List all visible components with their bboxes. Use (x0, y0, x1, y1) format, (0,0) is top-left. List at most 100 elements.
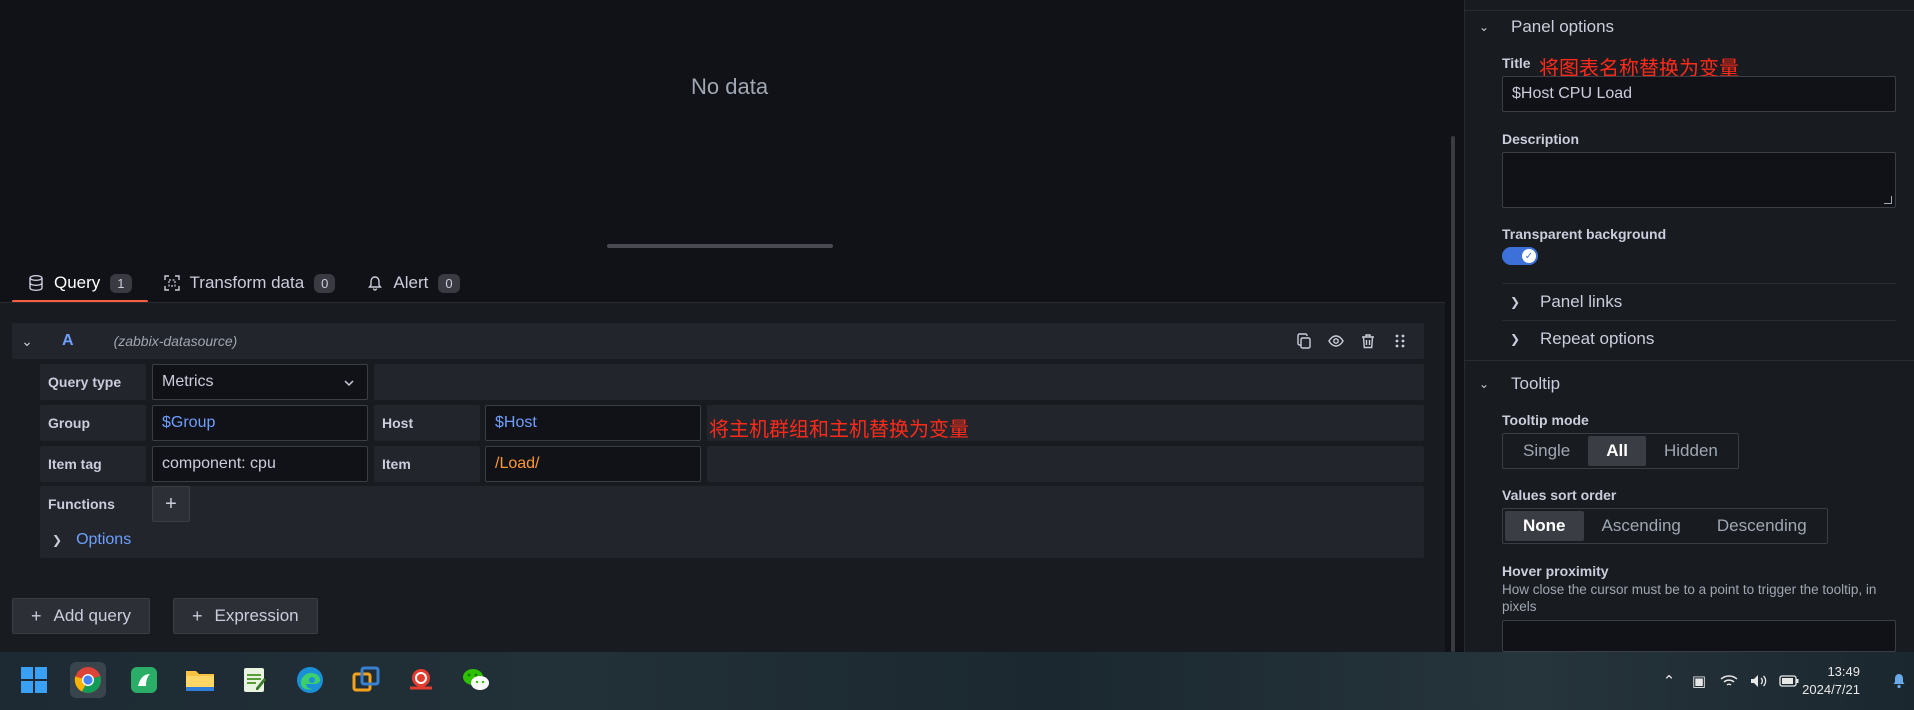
check-icon: ✓ (1522, 249, 1536, 263)
taskbar-clock[interactable]: 13:49 2024/7/21 (1790, 663, 1860, 699)
host-label: Host (374, 405, 480, 441)
chevron-down-icon[interactable]: ⌄ (12, 333, 42, 350)
tab-query[interactable]: Query 1 (12, 265, 148, 303)
tab-transform-count: 0 (314, 273, 336, 293)
chevron-up-icon[interactable]: ⌃ (1654, 652, 1684, 710)
file-explorer-icon[interactable] (182, 662, 218, 698)
eye-icon[interactable] (1328, 333, 1344, 349)
hover-proximity-description: How close the cursor must be to a point … (1502, 582, 1877, 614)
speaker-icon[interactable] (1744, 652, 1774, 710)
transform-icon (163, 275, 180, 291)
section-panel-options[interactable]: ⌄ Panel options (1479, 16, 1614, 38)
group-value: $Group (162, 414, 216, 431)
trash-icon[interactable] (1360, 333, 1376, 349)
title-input[interactable]: $Host CPU Load (1502, 76, 1896, 112)
resize-grip-icon[interactable] (1884, 196, 1892, 204)
title-value: $Host CPU Load (1512, 85, 1633, 102)
tooltip-mode-hidden[interactable]: Hidden (1646, 436, 1736, 466)
edge-icon[interactable] (292, 662, 328, 698)
divider (1465, 10, 1914, 11)
tooltip-heading: Tooltip (1511, 374, 1561, 393)
sort-ascending[interactable]: Ascending (1584, 511, 1699, 541)
chevron-down-icon: ⌄ (1479, 20, 1490, 34)
query-datasource-name: (zabbix-datasource) (113, 333, 238, 349)
section-tooltip[interactable]: ⌄ Tooltip (1479, 373, 1560, 395)
panel-links-label: Panel links (1540, 292, 1623, 311)
item-tag-label: Item tag (40, 446, 146, 482)
panel-options-heading: Panel options (1511, 17, 1615, 36)
repeat-options-label: Repeat options (1540, 329, 1655, 348)
tooltip-mode-single[interactable]: Single (1505, 436, 1588, 466)
sort-descending[interactable]: Descending (1699, 511, 1825, 541)
query-row-header[interactable]: ⌄ A (zabbix-datasource) (12, 323, 1424, 359)
chevron-down-icon: ⌄ (1479, 377, 1490, 391)
query-row-actions (1296, 323, 1408, 359)
expression-button[interactable]: + Expression (173, 598, 318, 634)
tooltip-mode-group: Single All Hidden (1502, 433, 1739, 469)
tab-query-count: 1 (110, 273, 132, 293)
item-tag-input[interactable]: component: cpu (152, 446, 368, 482)
tooltip-mode-label: Tooltip mode (1502, 412, 1589, 428)
tab-transform-label: Transform data (189, 273, 305, 292)
item-label: Item (374, 446, 480, 482)
item-tag-value: component: cpu (162, 455, 276, 472)
sort-order-label: Values sort order (1502, 487, 1617, 503)
tab-alert[interactable]: Alert 0 (351, 265, 475, 301)
options-toggle[interactable]: ❯ Options (52, 526, 131, 554)
add-query-label: Add query (53, 606, 132, 625)
app-root: No data Query 1 Transform data 0 Alert 0… (0, 0, 1914, 710)
sort-none[interactable]: None (1505, 511, 1584, 541)
app-tray-icon[interactable]: ▣ (1684, 652, 1714, 710)
wechat-icon[interactable] (458, 662, 494, 698)
functions-block: Functions + ❯ Options (40, 486, 1424, 558)
hover-proximity-label: Hover proximity (1502, 563, 1609, 579)
description-textarea[interactable] (1502, 152, 1896, 208)
add-function-button[interactable]: + (152, 486, 190, 522)
windows-start-icon[interactable] (16, 662, 52, 698)
snail-app-icon[interactable] (403, 662, 439, 698)
functions-label: Functions (48, 496, 115, 512)
chevron-right-icon: ❯ (1510, 332, 1521, 346)
options-pane: ⌄ Panel options Title 将图表名称替换为变量 $Host C… (1464, 0, 1914, 652)
query-type-label: Query type (40, 364, 146, 400)
drag-handle-icon[interactable] (1392, 333, 1408, 349)
expression-label: Expression (214, 606, 299, 625)
notification-icon[interactable] (1884, 652, 1914, 710)
plus-icon: + (31, 605, 42, 626)
repeat-options-row[interactable]: ❯ Repeat options (1502, 320, 1896, 357)
options-label: Options (76, 531, 132, 548)
add-query-button[interactable]: + Add query (12, 598, 151, 634)
transparent-bg-label: Transparent background (1502, 226, 1667, 242)
query-type-select[interactable]: Metrics (152, 364, 368, 400)
title-label: Title (1502, 55, 1531, 71)
chevron-right-icon: ❯ (1510, 295, 1521, 309)
editor-scrollbar[interactable] (1451, 136, 1455, 652)
wechat-work-icon[interactable] (126, 662, 162, 698)
database-icon (28, 275, 44, 291)
transparent-bg-toggle[interactable]: ✓ (1502, 247, 1538, 265)
hover-proximity-input[interactable] (1502, 620, 1896, 652)
item-value: /Load/ (495, 455, 540, 472)
query-type-value: Metrics (162, 373, 214, 390)
group-input[interactable]: $Group (152, 405, 368, 441)
tab-transform-data[interactable]: Transform data 0 (148, 265, 352, 301)
query-ref-id[interactable]: A (62, 332, 74, 350)
annotation-host-note: 将主机群组和主机替换为变量 (709, 417, 969, 441)
host-value: $Host (495, 414, 537, 431)
panel-links-row[interactable]: ❯ Panel links (1502, 283, 1896, 320)
plus-icon: + (192, 605, 203, 626)
chrome-icon[interactable] (70, 662, 106, 698)
pane-splitter[interactable] (607, 244, 833, 248)
host-input[interactable]: $Host (485, 405, 701, 441)
tooltip-mode-all[interactable]: All (1588, 436, 1646, 466)
sort-order-group: None Ascending Descending (1502, 508, 1828, 544)
item-input[interactable]: /Load/ (485, 446, 701, 482)
clock-date: 2024/7/21 (1802, 682, 1860, 697)
copy-icon[interactable] (1296, 333, 1312, 349)
notepad-icon[interactable] (236, 662, 272, 698)
editor-tabs: Query 1 Transform data 0 Alert 0 (12, 265, 476, 303)
vmware-icon[interactable] (348, 662, 384, 698)
group-label: Group (40, 405, 146, 441)
wifi-icon[interactable] (1714, 652, 1744, 710)
chevron-right-icon: ❯ (52, 533, 63, 547)
